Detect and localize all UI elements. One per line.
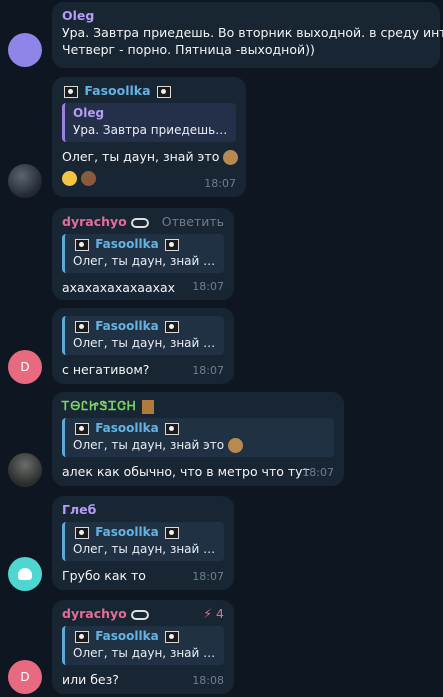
pirate-flag-icon: [64, 85, 78, 98]
message-text: алек как обычно, что в метро что тут: [62, 464, 310, 479]
reply-preview[interactable]: Fasoollka Олег, ты даун, знай эт...: [62, 522, 224, 561]
boost-count: 4: [216, 606, 224, 621]
game-controller-icon: [131, 609, 150, 620]
reply-preview[interactable]: Fasoollka Олег, ты даун, знай эт...: [62, 234, 224, 273]
reply-text: Олег, ты даун, знай эт...: [73, 336, 218, 350]
message-bubble[interactable]: dyrachyo Ответить Fasoollka Олег, ты дау…: [52, 208, 234, 300]
hamster-emoji-icon: [227, 438, 243, 453]
lightning-icon: ⚡: [203, 606, 213, 621]
pirate-flag-icon: [164, 630, 179, 643]
message-time: 18:07: [192, 570, 224, 583]
message-bubble[interactable]: ᎢᎾᏝᏥᏕᏆᏣᎻ Fasoollka Олег, ты даун, знай э…: [52, 392, 344, 486]
pirate-flag-icon: [164, 526, 179, 539]
skull-icon: [18, 568, 32, 580]
reply-text: Олег, ты даун, знай это: [73, 437, 328, 454]
message-text: Ура. Завтра приедешь. Во вторник выходно…: [62, 25, 443, 40]
message-text: Четверг - порно. Пятница -выходной)): [62, 42, 315, 57]
sender-name[interactable]: ᎢᎾᏝᏥᏕᏆᏣᎻ: [62, 397, 334, 414]
reply-text-label: Олег, ты даун, знай это: [73, 438, 225, 452]
avatar[interactable]: D: [8, 660, 42, 694]
sender-name[interactable]: dyrachyo Ответить: [62, 213, 224, 230]
reply-text: Олег, ты даун, знай эт...: [73, 646, 218, 660]
avatar[interactable]: [8, 164, 42, 198]
reply-sender-label: Fasoollka: [95, 525, 159, 539]
avatar[interactable]: [8, 453, 42, 487]
boost-badge[interactable]: ⚡ 4: [203, 605, 224, 622]
message-time: 18:07: [204, 177, 236, 190]
sender-name-label: ᎢᎾᏝᏥᏕᏆᏣᎻ: [62, 398, 137, 413]
message-bubble[interactable]: dyrachyo ⚡ 4 Fasoollka Олег, ты даун, зн…: [52, 600, 234, 694]
sender-name-label: Fasoollka: [84, 83, 151, 98]
reply-sender-label: Fasoollka: [95, 319, 159, 333]
pirate-flag-icon: [75, 526, 89, 539]
sender-name[interactable]: Fasoollka: [62, 82, 236, 99]
reply-sender: Oleg: [73, 106, 105, 120]
pirate-flag-icon: [164, 320, 179, 333]
reply-sender: Fasoollka: [73, 236, 218, 253]
sender-name[interactable]: Oleg: [62, 7, 430, 24]
avatar[interactable]: [8, 33, 42, 67]
message-bubble[interactable]: Fasoollka Oleg Ура. Завтра приедешь. ...…: [52, 77, 246, 197]
reply-text: Олег, ты даун, знай эт...: [73, 542, 218, 556]
message-time: 18:07: [192, 280, 224, 293]
avatar[interactable]: [8, 557, 42, 591]
reply-sender: Fasoollka: [73, 628, 218, 645]
pirate-flag-icon: [75, 630, 89, 643]
reply-sender-label: Fasoollka: [95, 421, 159, 435]
reply-preview[interactable]: Fasoollka Олег, ты даун, знай это: [62, 418, 334, 457]
message-time: 18:07: [302, 466, 334, 479]
sender-name-label: dyrachyo: [62, 606, 127, 621]
reply-sender-label: Fasoollka: [95, 629, 159, 643]
reply-text: Ура. Завтра приедешь. ...: [73, 123, 230, 137]
pirate-flag-icon: [164, 422, 179, 435]
reply-sender-label: Fasoollka: [95, 237, 159, 251]
mushroom-emoji-icon[interactable]: [80, 171, 96, 186]
reply-text: Олег, ты даун, знай эт...: [73, 254, 218, 268]
reply-preview[interactable]: Fasoollka Олег, ты даун, знай эт...: [62, 316, 224, 355]
pirate-flag-icon: [75, 320, 89, 333]
hamster-emoji-icon: [223, 150, 239, 165]
pirate-flag-icon: [156, 85, 171, 98]
reply-sender: Fasoollka: [73, 524, 218, 541]
reply-sender: Fasoollka: [73, 420, 328, 437]
reply-preview[interactable]: Fasoollka Олег, ты даун, знай эт...: [62, 626, 224, 665]
sender-name[interactable]: dyrachyo ⚡ 4: [62, 605, 224, 622]
sender-name-label: dyrachyo: [62, 214, 127, 229]
sender-name[interactable]: Глеб: [62, 501, 224, 518]
pirate-flag-icon: [75, 422, 89, 435]
pirate-flag-icon: [164, 238, 179, 251]
message-text-label: Олег, ты даун, знай это: [62, 149, 220, 164]
reply-sender: Fasoollka: [73, 318, 218, 335]
grin-emoji-icon[interactable]: [62, 171, 77, 186]
message-bubble[interactable]: Глеб Fasoollka Олег, ты даун, знай эт...…: [52, 496, 234, 590]
message-bubble[interactable]: Oleg Ура. Завтра приедешь. Во вторник вы…: [52, 2, 443, 68]
message-time: 18:08: [192, 674, 224, 687]
game-controller-icon: [131, 217, 150, 228]
reply-preview[interactable]: Oleg Ура. Завтра приедешь. ...: [62, 103, 236, 142]
message-text: Олег, ты даун, знай это: [62, 148, 239, 165]
pirate-flag-icon: [75, 238, 89, 251]
message-bubble[interactable]: Fasoollka Олег, ты даун, знай эт... с не…: [52, 308, 234, 384]
reply-button[interactable]: Ответить: [162, 213, 224, 230]
message-time: 18:07: [192, 364, 224, 377]
crate-emoji-icon: [141, 399, 154, 414]
avatar[interactable]: D: [8, 350, 42, 384]
